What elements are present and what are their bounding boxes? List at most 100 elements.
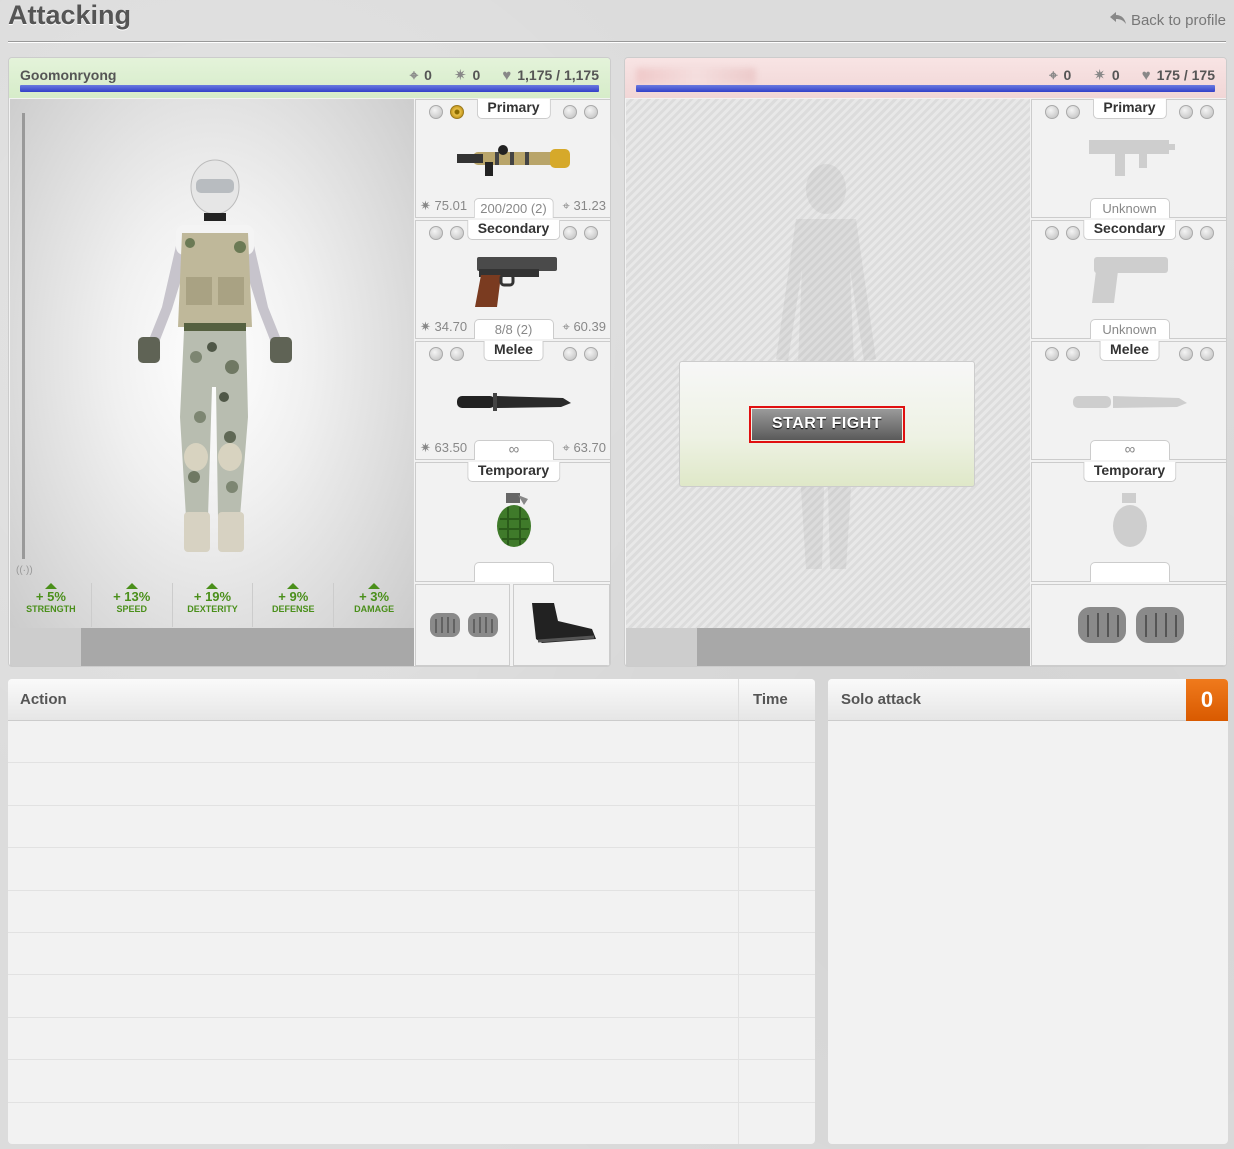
mod-slot-icon [429,226,443,240]
slot-label: Primary [476,99,551,119]
table-row [8,763,815,806]
boot-icon [528,601,598,650]
defender-life-bar [636,85,1215,92]
defender-name-redacted [636,68,756,84]
damage-stat: ✷ 63.50 [420,440,468,455]
mod-speed-value: + 13% [113,589,151,604]
splat-icon: ✷ [1093,67,1106,84]
attacker-status-bar [10,628,414,666]
primary-accuracy: 31.23 [573,198,606,213]
attacker-melee-slot[interactable]: Melee ✷ 63.50 ∞ ⌖ 63.70 [415,341,610,460]
defender-primary-slot: Primary Unknown [1031,99,1226,218]
back-to-profile-link[interactable]: Back to profile [1109,11,1226,29]
log-header: Action Time [8,679,815,721]
slot-label: Temporary [466,462,561,482]
action-log: Action Time [8,679,815,1144]
slot-label: Melee [483,341,544,361]
damage-stat: ✷ 34.70 [420,319,468,334]
mod-speed-label: SPEED [116,604,147,614]
defender-secondary-slot: Secondary Unknown [1031,220,1226,339]
defender-header: ⌖ 0 ✷ 0 ♥ 175 / 175 [625,58,1226,98]
accuracy-stat: ⌖ 60.39 [562,319,606,334]
temporary-empty-label [1089,562,1170,582]
accuracy-stat: ⌖ 31.23 [562,198,606,213]
mod-defense-value: + 9% [278,589,309,604]
splat-icon: ✷ [453,67,467,84]
mod-damage: + 3% DAMAGE [334,583,414,627]
mod-damage-label: DAMAGE [354,604,395,614]
knife-silhouette-icon [1071,390,1189,419]
mod-slot-icon [1179,105,1193,119]
wifi-icon: ((·)) [16,565,33,576]
temporary-empty-label [473,562,554,582]
heart-icon: ♥ [502,66,512,84]
model-scrollbar[interactable] [22,113,25,559]
table-row [8,1102,815,1144]
launcher-weapon-icon [455,142,573,181]
attacker-fists-slot[interactable] [415,584,510,666]
mod-slot-icon [1200,347,1214,361]
mod-slot-icon [1066,105,1080,119]
mod-slot-icon [1200,105,1214,119]
accuracy-stat: ⌖ 63.70 [562,440,606,455]
defender-status-bar [626,628,1030,666]
mod-slot-icon [584,105,598,119]
melee-accuracy: 63.70 [573,440,606,455]
attacker-stat-1: 0 [424,67,432,83]
defender-melee-slot: Melee ∞ [1031,341,1226,460]
grenade-icon [494,493,534,554]
mod-slot-icon [1179,347,1193,361]
attacker-secondary-slot[interactable]: Secondary ✷ 34.70 8/8 (2) ⌖ 60.39 [415,220,610,339]
crosshair-icon: ⌖ [1049,66,1058,84]
crosshair-icon: ⌖ [409,66,419,84]
pistol-silhouette-icon [1090,255,1170,310]
title-divider [8,41,1226,43]
fists-icon [428,609,500,646]
mod-slot-icon [450,347,464,361]
mod-dexterity: + 19% DEXTERITY [173,583,254,627]
attacker-life-bar [20,85,599,92]
mod-dexterity-value: + 19% [193,589,232,604]
defender-temporary-slot: Temporary [1031,462,1226,582]
defender-fists-slot [1031,584,1226,666]
defender-panel: ⌖ 0 ✷ 0 ♥ 175 / 175 START FIGHT Primary [624,57,1227,667]
mod-slot-icon [429,105,443,119]
slot-label: Secondary [1082,220,1177,240]
pistol-weapon-icon [469,255,559,314]
defender-stat-1: 0 [1063,67,1072,83]
mod-slot-icon [429,347,443,361]
attacker-life: 1,175 / 1,175 [517,67,599,83]
unknown-ammo: Unknown [1089,319,1170,339]
back-label[interactable]: Back to profile [1131,12,1226,29]
start-fight-button[interactable]: START FIGHT [752,408,902,440]
attacker-model-area: ((·)) + 5% STRENGTH + 13% SPEED + 19% DE… [10,99,414,666]
mod-damage-value: + 3% [359,589,390,604]
attacker-name[interactable]: Goomonryong [20,67,116,83]
page-title: Attacking [8,0,132,30]
table-row [8,975,815,1018]
start-fight-box: START FIGHT [679,361,975,487]
unknown-ammo: Unknown [1089,198,1170,218]
attacker-primary-slot[interactable]: Primary ✷ 75.01 200/200 (2) ⌖ 31.23 [415,99,610,218]
grenade-silhouette-icon [1110,493,1150,554]
ammo-count: 200/200 (2) [473,198,554,218]
attacker-temporary-slot[interactable]: Temporary [415,462,610,582]
col-action: Action [8,679,739,720]
start-fight-button-frame[interactable]: START FIGHT [749,405,905,443]
heart-icon: ♥ [1141,66,1151,84]
attacker-kick-slot[interactable] [513,584,610,666]
table-row [8,932,815,976]
mod-defense: + 9% DEFENSE [253,583,335,627]
smg-silhouette-icon [1085,132,1175,187]
defender-stat-2: 0 [1111,67,1120,83]
table-row [8,721,815,764]
solo-attack-header: Solo attack 0 [828,679,1228,721]
mod-dexterity-label: DEXTERITY [187,604,238,614]
secondary-damage: 34.70 [434,319,468,334]
secondary-accuracy: 60.39 [573,319,606,334]
table-row [8,1017,815,1061]
col-time: Time [753,691,788,708]
mod-slot-icon [563,226,577,240]
ammo-count: 8/8 (2) [473,319,554,339]
infinity-icon: ∞ [1089,440,1170,460]
